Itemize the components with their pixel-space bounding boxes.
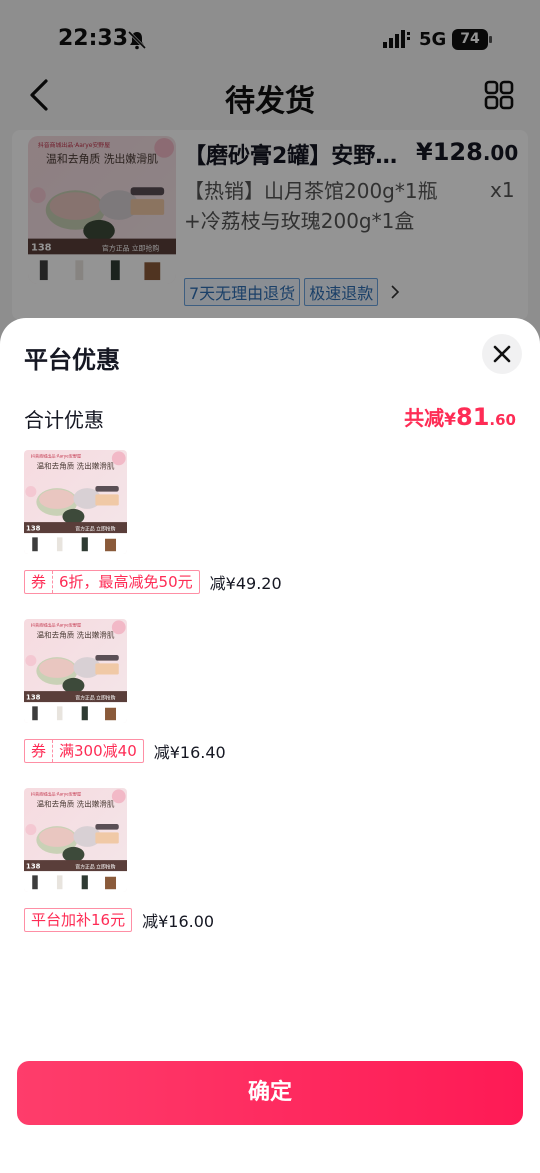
coupon-desc: 6折，最高减免50元	[59, 573, 193, 591]
discount-item: 抖音商城出品·Aarye安野屋 温和去角质 洗出嫩滑肌 138 官方正品 立即抢购 券…	[24, 619, 524, 769]
close-button[interactable]	[482, 334, 522, 374]
coupon-type: 券	[25, 740, 54, 762]
svg-text:138: 138	[26, 524, 41, 532]
coupon-desc: 满300减40	[59, 742, 137, 760]
discount-item: 抖音商城出品·Aarye安野屋 温和去角质 洗出嫩滑肌 138 官方正品 立即抢购 平…	[24, 788, 524, 938]
confirm-button[interactable]: 确定	[17, 1061, 523, 1125]
discount-amount: 减¥16.00	[142, 912, 215, 931]
svg-text:138: 138	[26, 862, 41, 870]
product-poster-image: 抖音商城出品·Aarye安野屋温和去角质 洗出嫩滑肌138 官方正品 立即抢购	[24, 450, 127, 554]
discount-product-image: 抖音商城出品·Aarye安野屋 温和去角质 洗出嫩滑肌 138 官方正品 立即抢购	[24, 788, 127, 892]
close-icon	[493, 345, 511, 363]
svg-text:抖音商城出品·Aarye安野屋: 抖音商城出品·Aarye安野屋	[31, 622, 81, 628]
coupon-tag: 券 满300减40	[24, 739, 144, 763]
coupon-type: 券	[25, 571, 54, 593]
product-poster-image: 抖音商城出品·Aarye安野屋温和去角质 洗出嫩滑肌138 官方正品 立即抢购	[24, 619, 127, 723]
svg-text:温和去角质 洗出嫩滑肌: 温和去角质 洗出嫩滑肌	[37, 799, 115, 809]
svg-text:抖音商城出品·Aarye安野屋: 抖音商城出品·Aarye安野屋	[31, 791, 81, 797]
platform-discount-sheet: 平台优惠 合计优惠 共减¥81.60 抖音商城出品·Aarye安野屋温和去角质 …	[0, 318, 540, 1173]
svg-text:温和去角质 洗出嫩滑肌: 温和去角质 洗出嫩滑肌	[37, 630, 115, 640]
svg-text:温和去角质 洗出嫩滑肌: 温和去角质 洗出嫩滑肌	[37, 461, 115, 471]
discount-amount: 减¥16.40	[153, 743, 226, 762]
summary-total: 共减¥81.60	[404, 403, 516, 431]
sheet-title: 平台优惠	[24, 346, 120, 374]
svg-text:抖音商城出品·Aarye安野屋: 抖音商城出品·Aarye安野屋	[31, 453, 81, 459]
product-poster-image: 抖音商城出品·Aarye安野屋温和去角质 洗出嫩滑肌138 官方正品 立即抢购	[24, 788, 127, 892]
discount-product-image: 抖音商城出品·Aarye安野屋 温和去角质 洗出嫩滑肌 138 官方正品 立即抢购	[24, 619, 127, 723]
discount-product-image: 抖音商城出品·Aarye安野屋 温和去角质 洗出嫩滑肌 138 官方正品 立即抢购	[24, 450, 127, 554]
summary-label: 合计优惠	[24, 408, 104, 432]
discount-amount: 减¥49.20	[209, 574, 282, 593]
coupon-tag: 平台加补16元	[24, 908, 133, 932]
coupon-desc: 平台加补16元	[31, 911, 126, 929]
discount-item: 抖音商城出品·Aarye安野屋 温和去角质 洗出嫩滑肌 138 官方正品 立即抢购 券…	[24, 450, 524, 600]
svg-text:138: 138	[26, 693, 41, 701]
coupon-tag: 券 6折，最高减免50元	[24, 570, 200, 594]
